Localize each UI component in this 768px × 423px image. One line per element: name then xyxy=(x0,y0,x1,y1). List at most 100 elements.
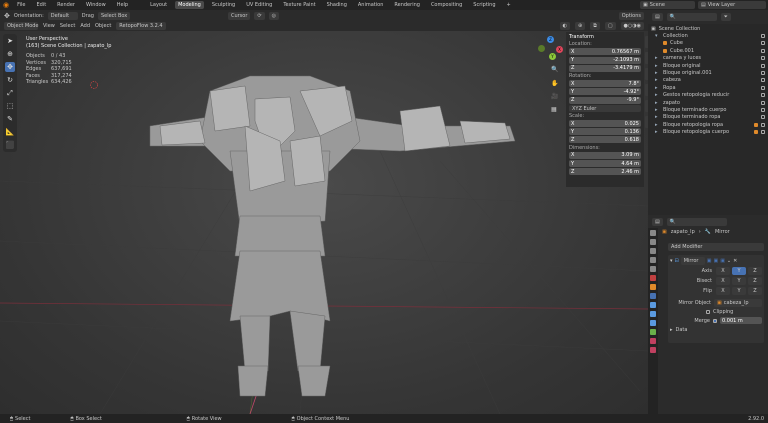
move-tool-icon[interactable]: ✥ xyxy=(5,62,15,72)
y-axis-icon[interactable]: Y xyxy=(549,53,556,60)
orientation-dropdown[interactable]: Default xyxy=(47,11,78,20)
location-z-field[interactable]: Z -3.4179 m xyxy=(569,64,641,72)
3d-viewport[interactable]: Z X Y 🔍 ✋ 🎥 ▦ xyxy=(0,31,648,414)
tab-scripting[interactable]: Scripting xyxy=(470,1,498,9)
snap-button[interactable]: ⟳ xyxy=(254,11,265,20)
flip-z-toggle[interactable]: Z xyxy=(748,287,762,295)
outliner-row[interactable]: ▸ cabeza xyxy=(651,77,765,84)
clipping-checkbox[interactable] xyxy=(706,310,710,314)
output-tab-icon[interactable] xyxy=(650,248,656,254)
overlay-toggle[interactable]: ⧉ xyxy=(590,22,600,30)
add-workspace-button[interactable]: + xyxy=(504,1,514,9)
transform-panel-title[interactable]: Transform xyxy=(569,34,641,40)
retopoflow-button[interactable]: RetopoFlow 3.2.4 xyxy=(116,22,166,30)
dimension-z-field[interactable]: Z 2.46 m xyxy=(569,168,641,176)
tab-layout[interactable]: Layout xyxy=(147,1,170,9)
view-layer-tab-icon[interactable] xyxy=(650,257,656,263)
outliner-row[interactable]: ▸ zapato xyxy=(651,99,765,106)
render-tab-icon[interactable] xyxy=(650,239,656,245)
navigation-gizmo[interactable]: Z X Y xyxy=(538,36,564,62)
modifier-tab-icon[interactable] xyxy=(650,293,656,299)
axis-y-toggle[interactable]: Y xyxy=(732,267,746,275)
grid-icon[interactable]: ▦ xyxy=(551,106,557,113)
outliner-row[interactable]: ▸ Bloque retopologia ropa xyxy=(651,121,765,128)
axis-z-toggle[interactable]: Z xyxy=(748,267,762,275)
outliner-row[interactable]: ▸ Bloque terminado cuerpo xyxy=(651,106,765,113)
rotation-z-field[interactable]: Z -9.9° xyxy=(569,96,641,104)
transform-icon[interactable]: ✥ xyxy=(4,12,10,20)
outliner-row[interactable]: Cube xyxy=(651,40,765,47)
pan-icon[interactable]: ✋ xyxy=(551,80,558,87)
outliner-row[interactable]: Cube.001 xyxy=(651,47,765,54)
select-tool-icon[interactable]: ➤ xyxy=(5,36,15,46)
location-x-field[interactable]: X 0.76567 m xyxy=(569,48,641,56)
scene-selector[interactable]: ▣ Scene xyxy=(640,1,695,9)
constraints-tab-icon[interactable] xyxy=(650,320,656,326)
outliner-row[interactable]: ▸ Bloque original xyxy=(651,62,765,69)
collapse-icon[interactable]: ▾ xyxy=(670,258,673,264)
tab-modeling[interactable]: Modeling xyxy=(175,1,204,9)
menu-render[interactable]: Render xyxy=(54,1,78,9)
neg-y-axis-icon[interactable] xyxy=(538,45,545,52)
camera-icon[interactable]: 🎥 xyxy=(551,93,558,100)
outliner-search-field[interactable]: 🔍 xyxy=(666,13,717,21)
rotate-tool-icon[interactable]: ↻ xyxy=(5,75,15,85)
transform-tool-icon[interactable]: ⬚ xyxy=(5,101,15,111)
outliner-row[interactable]: ▸ camera y luces xyxy=(651,55,765,62)
bisect-z-toggle[interactable]: Z xyxy=(748,277,762,285)
outliner-row[interactable]: ▸ Ropa xyxy=(651,84,765,91)
scene-tab-icon[interactable] xyxy=(650,266,656,272)
outliner-row[interactable]: ▸ Gestos retopologia reducir xyxy=(651,92,765,99)
menu-view[interactable]: View xyxy=(43,23,55,29)
menu-object[interactable]: Object xyxy=(95,23,111,29)
z-axis-icon[interactable]: Z xyxy=(547,36,554,43)
scale-x-field[interactable]: X 0.025 xyxy=(569,120,641,128)
tab-texture-paint[interactable]: Texture Paint xyxy=(280,1,318,9)
cursor-tool-icon[interactable]: ⊕ xyxy=(5,49,15,59)
viewport-toggle[interactable]: ▣ xyxy=(713,258,718,264)
menu-window[interactable]: Window xyxy=(83,1,109,9)
add-modifier-dropdown[interactable]: Add Modifier xyxy=(668,243,764,251)
viewport-visibility-button[interactable]: ◐ xyxy=(559,22,571,30)
outliner-row[interactable]: ▸ Bloque original.001 xyxy=(651,69,765,76)
flip-x-toggle[interactable]: X xyxy=(716,287,730,295)
measure-tool-icon[interactable]: 📐 xyxy=(5,127,15,137)
outliner-display-mode[interactable]: ▤ xyxy=(652,13,663,21)
menu-help[interactable]: Help xyxy=(114,1,131,9)
menu-select[interactable]: Select xyxy=(60,23,75,29)
xray-toggle[interactable]: ▢ xyxy=(604,22,616,30)
properties-search-field[interactable]: 🔍 xyxy=(666,217,727,226)
edit-mode-toggle[interactable]: ▣ xyxy=(707,258,712,264)
zoom-icon[interactable]: 🔍 xyxy=(551,66,558,73)
outliner-row[interactable]: ▣ Scene Collection xyxy=(651,25,765,32)
bisect-y-toggle[interactable]: Y xyxy=(732,277,746,285)
particles-tab-icon[interactable] xyxy=(650,302,656,308)
menu-edit[interactable]: Edit xyxy=(33,1,49,9)
add-cube-tool-icon[interactable]: ⬛ xyxy=(5,140,15,150)
select-box-dropdown[interactable]: Select Box xyxy=(97,11,130,20)
outliner-row[interactable]: ▸ Bloque retopologia cuerpo xyxy=(651,128,765,135)
annotate-tool-icon[interactable]: ✎ xyxy=(5,114,15,124)
location-y-field[interactable]: Y -2.1093 m xyxy=(569,56,641,64)
dropdown-icon[interactable]: ⌄ xyxy=(727,258,731,264)
menu-file[interactable]: File xyxy=(14,1,28,9)
material-tab-icon[interactable] xyxy=(650,338,656,344)
flip-y-toggle[interactable]: Y xyxy=(732,287,746,295)
rotation-x-field[interactable]: X 7.8° xyxy=(569,80,641,88)
tab-rendering[interactable]: Rendering xyxy=(391,1,423,9)
scale-z-field[interactable]: Z 0.618 xyxy=(569,136,641,144)
close-icon[interactable]: ✕ xyxy=(733,258,737,264)
rotation-y-field[interactable]: Y -4.92° xyxy=(569,88,641,96)
dimension-y-field[interactable]: Y 4.64 m xyxy=(569,160,641,167)
view-layer-selector[interactable]: ▤ View Layer xyxy=(698,1,766,9)
blender-logo-icon[interactable]: ◉ xyxy=(3,1,9,9)
texture-tab-icon[interactable] xyxy=(650,347,656,353)
world-tab-icon[interactable] xyxy=(650,275,656,281)
tab-uv-editing[interactable]: UV Editing xyxy=(243,1,275,9)
object-tab-icon[interactable] xyxy=(650,284,656,290)
merge-checkbox[interactable] xyxy=(713,318,717,323)
mirror-object-field[interactable]: ▣ cabeza_lp xyxy=(714,299,762,307)
gizmo-toggle[interactable]: ⊕ xyxy=(575,22,586,30)
outliner-row[interactable]: ▾ Collection xyxy=(651,32,765,39)
rotation-mode-dropdown[interactable]: XYZ Euler xyxy=(569,104,641,112)
